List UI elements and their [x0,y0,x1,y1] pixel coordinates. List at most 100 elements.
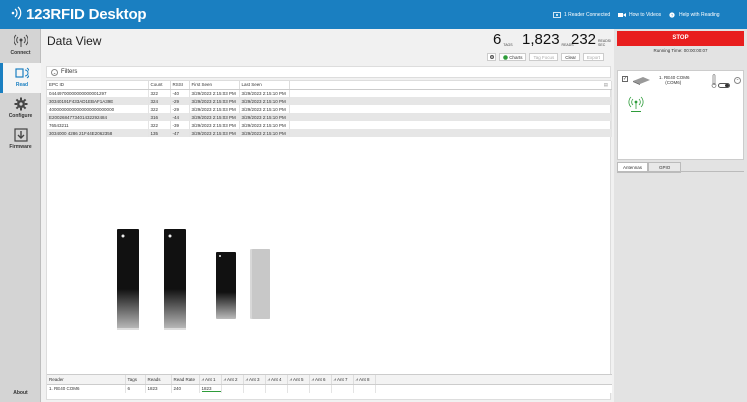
ant-4-cell [265,384,288,393]
clear-button[interactable]: Clear [561,53,580,61]
reader-toggle[interactable] [718,83,730,88]
empty-header [375,375,612,385]
table-row[interactable]: 30340191F433AD1EBAF1A39E 324 -29 3/29/2023 … [47,97,612,105]
nav-firmware[interactable]: Firmware [0,125,41,155]
col-ant-5: ⩘ Ant 5 [287,375,310,385]
rssi-cell: -44 [170,113,190,121]
column-header-epc[interactable]: EPC ID [47,81,149,90]
col-ant-4: ⩘ Ant 4 [265,375,288,385]
ant-2-cell [221,384,244,393]
last-seen-cell: 3/29/2023 2:15:10 PM [239,129,290,137]
right-panel: STOP Running Time: 00:00:00:07 ✓ 1. RE40… [614,29,747,402]
tag-focus-button[interactable]: Tag Focus [529,53,559,61]
table-row[interactable]: E2002684773401432292484 316 -44 3/29/2023 2… [47,113,612,121]
count-cell: 322 [148,105,171,113]
nav-configure[interactable]: Configure [0,94,41,124]
table-row[interactable]: 04449700000000000001297 322 -40 3/29/2023 2… [47,89,612,97]
last-seen-cell: 3/29/2023 2:15:10 PM [239,89,290,97]
epc-cell: 40000000000000000000000000 [47,105,149,113]
column-header-first-seen[interactable]: First Seen [189,81,240,90]
first-seen-cell: 3/29/2023 2:15:03 PM [189,121,240,129]
help-button[interactable]: ? Help with Reading [668,12,720,18]
column-header-count[interactable]: Count [148,81,171,90]
first-seen-cell: 3/29/2023 2:15:03 PM [189,113,240,121]
ant-7-cell [331,384,354,393]
read-rate-cell: 240 [171,384,200,393]
page-title: Data View [47,34,102,48]
filters-toggle[interactable]: ⌄ Filters [46,66,611,78]
reader-row[interactable]: 1. RE40 COM6 6 1823 240 1823 [47,384,612,393]
reader-table: Reader Tags Reads Read Rate ⩘ Ant 1 ⩘ An… [47,375,612,393]
help-icon: ? [669,12,675,18]
tags-stat: 6 TAGS [493,32,513,47]
nav-read[interactable]: Read [0,63,41,93]
running-time: Running Time: 00:00:00:07 [653,48,708,53]
reader-name: 1. RE40 COM6 (COM6) [659,75,690,85]
nav-about[interactable]: About [0,390,41,396]
rate-count: 232 [571,31,597,48]
empty-cell [375,384,612,393]
last-seen-cell: 3/29/2023 2:15:10 PM [239,113,290,121]
reader-summary: Reader Tags Reads Read Rate ⩘ Ant 1 ⩘ An… [47,374,612,393]
settings-button[interactable] [487,53,497,61]
download-icon [13,128,28,142]
count-cell: 316 [148,113,171,121]
col-reads: Reads [145,375,172,385]
table-row[interactable]: 40000000000000000000000000 322 -29 3/29/202… [47,105,612,113]
col-ant-6: ⩘ Ant 6 [309,375,332,385]
ant-5-cell [287,384,310,393]
column-header-last-seen[interactable]: Last Seen [239,81,290,90]
reads-cell: 1823 [145,384,172,393]
stop-button[interactable]: STOP [617,31,744,46]
reader-connected-button[interactable]: 1 Reader Connected [553,12,610,18]
app-title: 123RFID Desktop [10,6,147,23]
temperature-icon [711,74,717,88]
chevron-down-icon: ⌄ [51,68,58,76]
column-chooser[interactable]: ▤ [289,81,612,90]
rssi-cell: -40 [170,89,190,97]
empty-cell [289,105,612,113]
first-seen-cell: 3/29/2023 2:15:03 PM [189,105,240,113]
tag-grid: EPC ID Count RSSI First Seen Last Seen ▤… [46,80,612,400]
empty-cell [289,97,612,105]
col-ant-2: ⩘ Ant 2 [221,375,244,385]
first-seen-cell: 3/29/2023 2:15:03 PM [189,97,240,105]
column-header-rssi[interactable]: RSSI [170,81,190,90]
charts-button[interactable]: Charts [499,53,527,61]
count-cell: 135 [148,129,171,137]
epc-cell: 04449700000000000001297 [47,89,149,97]
left-nav: Connect Read Configure Firmware About [0,29,41,402]
count-cell: 324 [148,97,171,105]
rfid-logo-icon [11,6,22,20]
col-tags: Tags [125,375,146,385]
rssi-cell: -39 [170,121,190,129]
reader-cell: 1. RE40 COM6 [47,384,126,393]
table-row[interactable]: 3034000 4286 21F44E2062358 135 -47 3/29/202… [47,129,612,137]
main-panel: Data View 6 TAGS 1,823 READS 232 READS/S… [41,29,614,402]
table-row[interactable]: 76543211 322 -39 3/29/2023 2:15:03 PM 3/29/2… [47,121,612,129]
col-ant-8: ⩘ Ant 8 [353,375,376,385]
nav-connect[interactable]: Connect [0,31,41,61]
ant-8-cell [353,384,376,393]
col-ant-7: ⩘ Ant 7 [331,375,354,385]
reader-card[interactable]: ✓ 1. RE40 COM6 (COM6) ⌃ [617,70,744,160]
rssi-cell: -29 [170,97,190,105]
rssi-cell: -47 [170,129,190,137]
col-ant-3: ⩘ Ant 3 [243,375,266,385]
reader-checkbox[interactable]: ✓ [622,76,628,82]
rate-label: READS/SEC [598,39,612,47]
collapse-button[interactable]: ⌃ [734,77,741,84]
ant-6-cell [309,384,332,393]
video-icon [618,13,626,17]
empty-cell [289,113,612,121]
tags-cell: 6 [125,384,146,393]
reader-device-icon [633,77,650,85]
how-to-videos-button[interactable]: How to Videos [618,12,661,18]
export-button[interactable]: Export [582,53,604,61]
tabs-divider [617,171,744,172]
rssi-cell: -29 [170,105,190,113]
chart-icon [503,54,508,60]
col-read-rate: Read Rate [171,375,200,385]
last-seen-cell: 3/29/2023 2:15:10 PM [239,121,290,129]
tag-table: EPC ID Count RSSI First Seen Last Seen ▤… [47,81,612,137]
